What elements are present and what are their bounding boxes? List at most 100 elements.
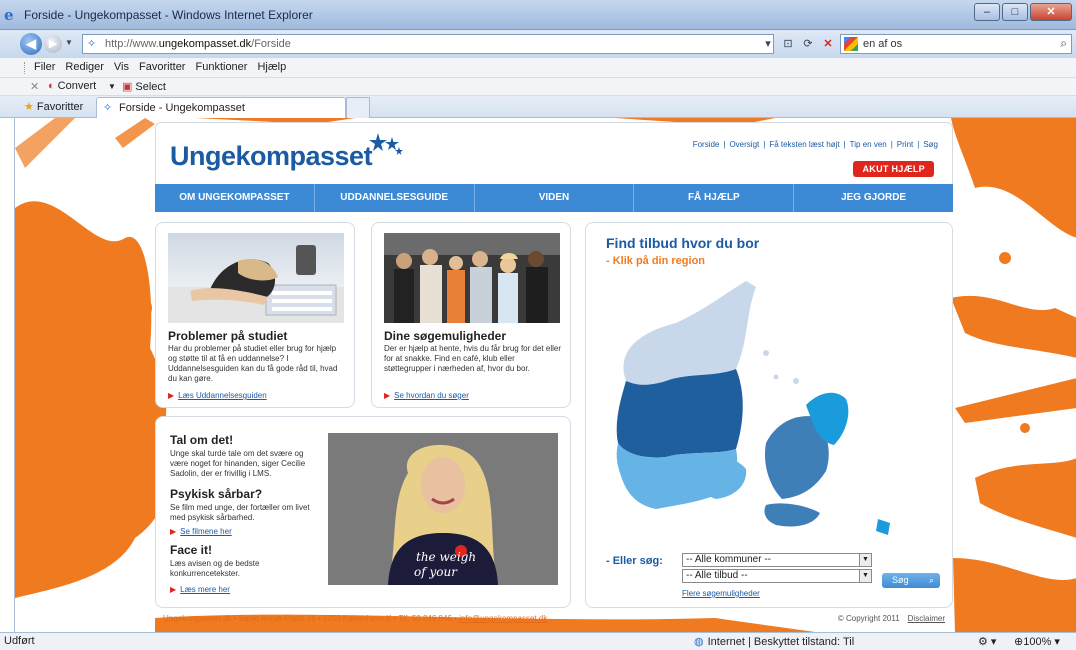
toplink-oversigt[interactable]: Oversigt	[729, 140, 759, 149]
card2-title: Dine søgemuligheder	[384, 329, 507, 343]
footer-contact: Ungekompasset.dk • Sankt Annæ Plads 16 •…	[163, 614, 547, 623]
map-search-button[interactable]: Søg ⌕	[882, 573, 940, 588]
footer-address: Ungekompasset.dk • Sankt Annæ Plads 16 •…	[163, 614, 457, 623]
select-icon: ▣	[122, 81, 133, 93]
toplink-print[interactable]: Print	[897, 140, 913, 149]
status-text: Udført	[4, 635, 35, 647]
menu-favoritter[interactable]: Favoritter	[139, 61, 185, 73]
refresh-icon[interactable]: ⟳	[800, 35, 816, 53]
region-bornholm[interactable]	[876, 519, 890, 535]
tilbud-select[interactable]: -- Alle tilbud -- ▼	[682, 569, 872, 583]
site-header: Ungekompasset Forside | Oversigt | Få tekste…	[155, 122, 953, 184]
card1-arrow-icon: ▶	[168, 391, 175, 400]
card3-section2-text: Se film med unge, der fortæller om livet…	[170, 503, 310, 522]
security-zone[interactable]: ◍ Internet | Beskyttet tilstand: Til	[694, 635, 854, 648]
card3-section3-link[interactable]: Læs mere her	[180, 585, 230, 594]
nav-faa-hjaelp[interactable]: FÅ HJÆLP	[634, 184, 795, 212]
url-text: http://www.ungekompasset.dk/Forside	[105, 38, 291, 50]
main-nav: OM UNGEKOMPASSET UDDANNELSESGUIDE VIDEN …	[155, 184, 953, 212]
video-frame-graphic: the weigh of your	[328, 433, 558, 585]
footer-email-link[interactable]: info@ungekompasset.dk	[459, 614, 547, 623]
video-shirt-text-1: the weigh	[416, 550, 476, 564]
command-bar: ✕ ◐ Convert ▼ ▣ Select	[0, 78, 1076, 96]
nav-uddannelsesguide[interactable]: UDDANNELSESGUIDE	[315, 184, 475, 212]
window-titlebar: e Forside - Ungekompasset - Windows Inte…	[0, 0, 1076, 30]
card-find-tilbud: Find tilbud hvor du bor - Klik på din re…	[585, 222, 953, 608]
window-controls: – □ ✕	[974, 3, 1072, 21]
history-dropdown-icon[interactable]: ▼	[65, 38, 73, 47]
card1-link[interactable]: Læs Uddannelsesguiden	[178, 391, 267, 400]
card3-section2-arrow-icon: ▶	[170, 527, 177, 536]
search-icon[interactable]: ⌕	[1060, 36, 1067, 51]
card1-text: Har du problemer på studiet eller brug f…	[168, 344, 338, 383]
site-footer: Ungekompasset.dk • Sankt Annæ Plads 16 •…	[155, 612, 953, 626]
minimize-button[interactable]: –	[974, 3, 1000, 21]
tab-label: Forside - Ungekompasset	[119, 102, 245, 114]
favorites-star-icon: ★	[24, 101, 34, 113]
toplink-sog[interactable]: Søg	[923, 140, 938, 149]
compatibility-view-icon[interactable]: ⊡	[780, 35, 796, 53]
status-tools-icon[interactable]: ⚙ ▾	[978, 635, 996, 648]
convert-dropdown-icon[interactable]: ▼	[108, 82, 116, 91]
stop-icon[interactable]: ✕	[820, 35, 836, 53]
card3-section3-arrow-icon: ▶	[170, 585, 177, 594]
globe-icon: ◍	[694, 636, 704, 648]
url-dropdown-icon[interactable]: ▾	[760, 35, 776, 53]
nav-viden[interactable]: VIDEN	[475, 184, 635, 212]
card3-section3-title: Face it!	[170, 543, 213, 557]
maximize-button[interactable]: □	[1002, 3, 1028, 21]
tab-favicon-icon: ✧	[103, 102, 113, 114]
card-tal-om-det: Tal om det! Unge skal turde tale om det …	[155, 416, 571, 608]
menu-funktioner[interactable]: Funktioner	[195, 61, 247, 73]
card2-link[interactable]: Se hvordan du søger	[394, 391, 469, 400]
tilbud-select-chevron-down-icon: ▼	[859, 570, 871, 582]
select-button[interactable]: ▣ Select	[122, 80, 166, 93]
region-nordjylland[interactable]	[623, 281, 756, 385]
page-favicon-icon: ✧	[87, 38, 97, 50]
card2-link-row: ▶ Se hvordan du søger	[384, 389, 469, 401]
toplink-forside[interactable]: Forside	[693, 140, 720, 149]
ie-logo-icon: e	[4, 6, 14, 24]
menu-filer[interactable]: Filer	[34, 61, 55, 73]
toplink-read-aloud[interactable]: Få teksten læst højt	[769, 140, 839, 149]
zoom-level[interactable]: ⊕100% ▾	[1014, 635, 1060, 648]
card3-section2-title: Psykisk sårbar?	[170, 487, 263, 501]
nav-om-ungekompasset[interactable]: OM UNGEKOMPASSET	[155, 184, 315, 212]
card2-arrow-icon: ▶	[384, 391, 391, 400]
close-toolbar-icon[interactable]: ✕	[30, 80, 39, 93]
new-tab-button[interactable]	[346, 97, 370, 118]
favorites-button[interactable]: ★ Favoritter	[24, 100, 83, 113]
card-problemer-paa-studiet: Problemer på studiet Har du problemer på…	[155, 222, 355, 408]
forward-button[interactable]: ▶	[44, 35, 62, 53]
youth-group-photo	[384, 233, 560, 323]
menu-hjaelp[interactable]: Hjælp	[257, 61, 286, 73]
akut-hjaelp-button[interactable]: AKUT HJÆLP	[853, 161, 934, 177]
card3-section2-link-row: ▶ Se filmene her	[170, 525, 232, 537]
url-input[interactable]: ✧ http://www.ungekompasset.dk/Forside	[82, 34, 774, 54]
page-viewport: Ungekompasset Forside | Oversigt | Få tekste…	[14, 118, 1076, 632]
region-lolland-falster[interactable]	[764, 503, 820, 527]
card-dine-soegemuligheder: Dine søgemuligheder Der er hjælp at hent…	[371, 222, 571, 408]
back-button[interactable]: ◀	[20, 33, 42, 55]
more-search-options-link[interactable]: Flere søgemuligheder	[682, 589, 760, 598]
favorites-bar: ★ Favoritter ✧ Forside - Ungekompasset	[0, 96, 1076, 118]
region-fyn[interactable]	[697, 456, 747, 499]
video-player[interactable]: the weigh of your	[328, 433, 558, 585]
card3-section2-link[interactable]: Se filmene her	[180, 527, 232, 536]
status-bar: Udført ◍ Internet | Beskyttet tilstand: T…	[0, 632, 1076, 650]
toplink-tip-en-ven[interactable]: Tip en ven	[850, 140, 887, 149]
url-actions: ▾ ⊡ ⟳ ✕	[760, 35, 836, 53]
menu-rediger[interactable]: Rediger	[65, 61, 104, 73]
logo-stars-icon	[369, 133, 403, 155]
kommune-select[interactable]: -- Alle kommuner -- ▼	[682, 553, 872, 567]
map-search-label: - Eller søg:	[606, 555, 663, 567]
tab-forside[interactable]: ✧ Forside - Ungekompasset	[96, 97, 346, 118]
convert-button[interactable]: ◐ Convert	[48, 80, 96, 92]
menu-bar: Filer Rediger Vis Favoritter Funktioner …	[0, 58, 1076, 78]
menu-vis[interactable]: Vis	[114, 61, 129, 73]
site-logo[interactable]: Ungekompasset	[170, 141, 373, 172]
search-input[interactable]: en af os ⌕	[840, 34, 1072, 54]
footer-disclaimer-link[interactable]: Disclaimer	[908, 614, 945, 623]
close-button[interactable]: ✕	[1030, 3, 1072, 21]
nav-jeg-gjorde[interactable]: JEG GJORDE	[794, 184, 953, 212]
